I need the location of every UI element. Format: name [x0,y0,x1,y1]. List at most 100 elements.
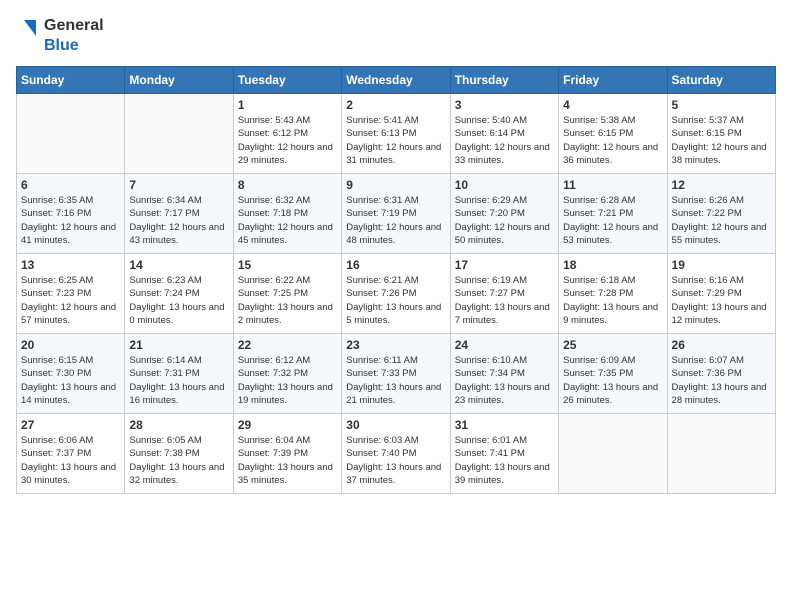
calendar-cell: 15Sunrise: 6:22 AMSunset: 7:25 PMDayligh… [233,254,341,334]
calendar-cell [559,414,667,494]
calendar-cell: 20Sunrise: 6:15 AMSunset: 7:30 PMDayligh… [17,334,125,414]
cell-info: Sunrise: 6:03 AMSunset: 7:40 PMDaylight:… [346,434,445,487]
calendar-cell: 13Sunrise: 6:25 AMSunset: 7:23 PMDayligh… [17,254,125,334]
day-number: 28 [129,418,228,432]
calendar-cell: 4 Sunrise: 5:38 AMSunset: 6:15 PMDaylight… [559,94,667,174]
day-number: 6 [21,178,120,192]
cell-info: Sunrise: 6:16 AMSunset: 7:29 PMDaylight:… [672,274,771,327]
calendar-week-row: 27 Sunrise: 6:06 AMSunset: 7:37 PMDayligh… [17,414,776,494]
cell-info: Sunrise: 6:06 AMSunset: 7:37 PMDaylight:… [21,434,120,487]
calendar-week-row: 20Sunrise: 6:15 AMSunset: 7:30 PMDayligh… [17,334,776,414]
calendar-cell: 22 Sunrise: 6:12 AMSunset: 7:32 PMDayligh… [233,334,341,414]
cell-info: Sunrise: 6:29 AMSunset: 7:20 PMDaylight:… [455,194,554,247]
cell-info: Sunrise: 6:28 AMSunset: 7:21 PMDaylight:… [563,194,662,247]
calendar-week-row: 1Sunrise: 5:43 AMSunset: 6:12 PMDaylight… [17,94,776,174]
cell-info: Sunrise: 6:12 AMSunset: 7:32 PMDaylight:… [238,354,337,407]
day-number: 23 [346,338,445,352]
day-number: 16 [346,258,445,272]
cell-info: Sunrise: 5:37 AMSunset: 6:15 PMDaylight:… [672,114,771,167]
calendar-cell [125,94,233,174]
calendar-cell: 12 Sunrise: 6:26 AMSunset: 7:22 PMDayligh… [667,174,775,254]
calendar-cell: 18 Sunrise: 6:18 AMSunset: 7:28 PMDayligh… [559,254,667,334]
day-number: 18 [563,258,662,272]
day-number: 4 [563,98,662,112]
day-number: 29 [238,418,337,432]
cell-info: Sunrise: 6:11 AMSunset: 7:33 PMDaylight:… [346,354,445,407]
day-number: 27 [21,418,120,432]
calendar-cell: 30 Sunrise: 6:03 AMSunset: 7:40 PMDayligh… [342,414,450,494]
cell-info: Sunrise: 6:26 AMSunset: 7:22 PMDaylight:… [672,194,771,247]
cell-info: Sunrise: 6:32 AMSunset: 7:18 PMDaylight:… [238,194,337,247]
day-number: 10 [455,178,554,192]
day-number: 17 [455,258,554,272]
day-number: 22 [238,338,337,352]
weekday-header: Tuesday [233,67,341,94]
calendar-cell: 29 Sunrise: 6:04 AMSunset: 7:39 PMDayligh… [233,414,341,494]
cell-info: Sunrise: 6:19 AMSunset: 7:27 PMDaylight:… [455,274,554,327]
calendar-cell: 25 Sunrise: 6:09 AMSunset: 7:35 PMDayligh… [559,334,667,414]
cell-info: Sunrise: 6:22 AMSunset: 7:25 PMDaylight:… [238,274,337,327]
day-number: 24 [455,338,554,352]
cell-info: Sunrise: 6:34 AMSunset: 7:17 PMDaylight:… [129,194,228,247]
calendar-cell: 14 Sunrise: 6:23 AMSunset: 7:24 PMDayligh… [125,254,233,334]
logo: GeneralBlue [16,16,104,56]
cell-info: Sunrise: 6:14 AMSunset: 7:31 PMDaylight:… [129,354,228,407]
calendar-cell: 19Sunrise: 6:16 AMSunset: 7:29 PMDayligh… [667,254,775,334]
weekday-header: Friday [559,67,667,94]
calendar-cell: 3 Sunrise: 5:40 AMSunset: 6:14 PMDaylight… [450,94,558,174]
cell-info: Sunrise: 6:04 AMSunset: 7:39 PMDaylight:… [238,434,337,487]
cell-info: Sunrise: 5:43 AMSunset: 6:12 PMDaylight:… [238,114,337,167]
logo-blue: Blue [44,36,104,56]
cell-info: Sunrise: 6:18 AMSunset: 7:28 PMDaylight:… [563,274,662,327]
cell-info: Sunrise: 5:38 AMSunset: 6:15 PMDaylight:… [563,114,662,167]
calendar-cell [667,414,775,494]
calendar-table: SundayMondayTuesdayWednesdayThursdayFrid… [16,66,776,494]
cell-info: Sunrise: 6:35 AMSunset: 7:16 PMDaylight:… [21,194,120,247]
calendar-week-row: 13Sunrise: 6:25 AMSunset: 7:23 PMDayligh… [17,254,776,334]
cell-info: Sunrise: 5:40 AMSunset: 6:14 PMDaylight:… [455,114,554,167]
cell-info: Sunrise: 6:21 AMSunset: 7:26 PMDaylight:… [346,274,445,327]
calendar-cell: 11 Sunrise: 6:28 AMSunset: 7:21 PMDayligh… [559,174,667,254]
calendar-cell: 2Sunrise: 5:41 AMSunset: 6:13 PMDaylight… [342,94,450,174]
day-number: 12 [672,178,771,192]
cell-info: Sunrise: 6:05 AMSunset: 7:38 PMDaylight:… [129,434,228,487]
logo-general: General [44,16,104,36]
calendar-cell: 24Sunrise: 6:10 AMSunset: 7:34 PMDayligh… [450,334,558,414]
day-number: 11 [563,178,662,192]
logo-icon [16,18,38,54]
day-number: 14 [129,258,228,272]
weekday-header: Wednesday [342,67,450,94]
calendar-cell: 16 Sunrise: 6:21 AMSunset: 7:26 PMDayligh… [342,254,450,334]
day-number: 9 [346,178,445,192]
calendar-cell: 23 Sunrise: 6:11 AMSunset: 7:33 PMDayligh… [342,334,450,414]
weekday-header: Saturday [667,67,775,94]
calendar-cell: 1Sunrise: 5:43 AMSunset: 6:12 PMDaylight… [233,94,341,174]
cell-info: Sunrise: 6:07 AMSunset: 7:36 PMDaylight:… [672,354,771,407]
day-number: 8 [238,178,337,192]
day-number: 25 [563,338,662,352]
page-header: GeneralBlue [16,16,776,56]
weekday-header: Sunday [17,67,125,94]
calendar-cell: 28 Sunrise: 6:05 AMSunset: 7:38 PMDayligh… [125,414,233,494]
calendar-week-row: 6 Sunrise: 6:35 AMSunset: 7:16 PMDaylight… [17,174,776,254]
day-number: 30 [346,418,445,432]
cell-info: Sunrise: 6:09 AMSunset: 7:35 PMDaylight:… [563,354,662,407]
day-number: 5 [672,98,771,112]
calendar-cell: 8 Sunrise: 6:32 AMSunset: 7:18 PMDaylight… [233,174,341,254]
weekday-header: Thursday [450,67,558,94]
day-number: 20 [21,338,120,352]
calendar-cell [17,94,125,174]
calendar-cell: 26Sunrise: 6:07 AMSunset: 7:36 PMDayligh… [667,334,775,414]
day-number: 3 [455,98,554,112]
cell-info: Sunrise: 6:01 AMSunset: 7:41 PMDaylight:… [455,434,554,487]
day-number: 13 [21,258,120,272]
calendar-cell: 9 Sunrise: 6:31 AMSunset: 7:19 PMDaylight… [342,174,450,254]
day-number: 21 [129,338,228,352]
calendar-cell: 10 Sunrise: 6:29 AMSunset: 7:20 PMDayligh… [450,174,558,254]
calendar-cell: 21 Sunrise: 6:14 AMSunset: 7:31 PMDayligh… [125,334,233,414]
calendar-cell: 6 Sunrise: 6:35 AMSunset: 7:16 PMDaylight… [17,174,125,254]
day-number: 7 [129,178,228,192]
cell-info: Sunrise: 6:23 AMSunset: 7:24 PMDaylight:… [129,274,228,327]
weekday-header: Monday [125,67,233,94]
cell-info: Sunrise: 6:31 AMSunset: 7:19 PMDaylight:… [346,194,445,247]
